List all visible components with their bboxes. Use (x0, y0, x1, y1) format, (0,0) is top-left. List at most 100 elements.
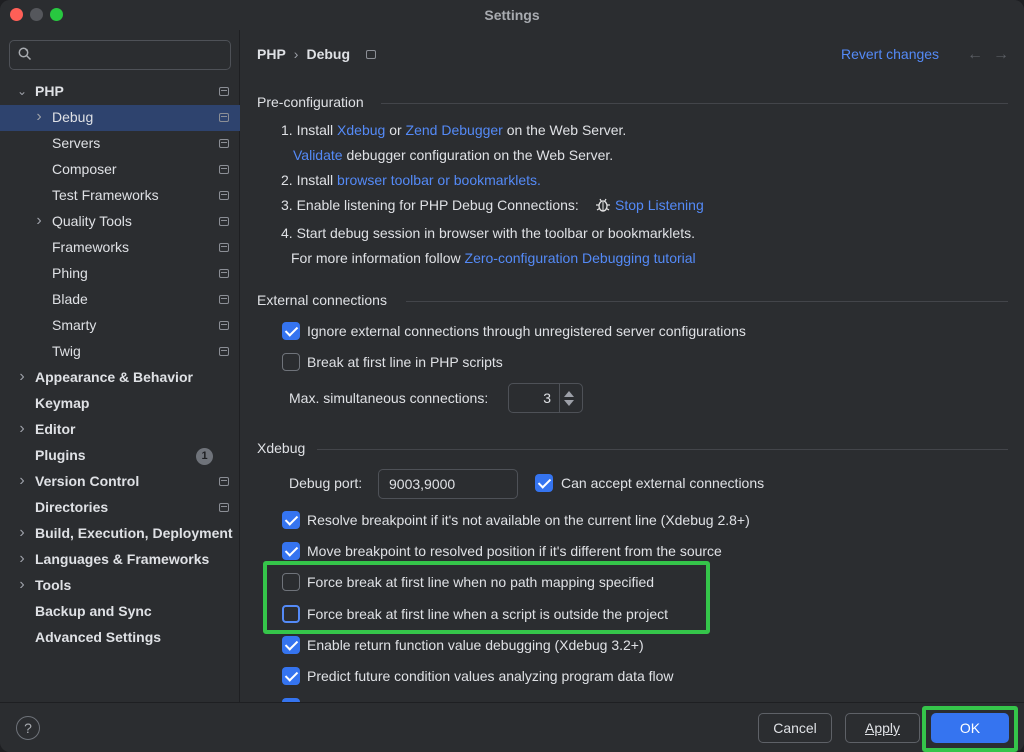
apply-button-label: Apply (864, 720, 901, 736)
forward-arrow-icon[interactable]: → (993, 46, 1009, 64)
sidebar-item-label: Phing (52, 265, 88, 281)
chevron-right-icon[interactable]: › (16, 525, 28, 541)
max-connections-stepper[interactable]: 3 (508, 383, 583, 413)
move-breakpoint-checkbox[interactable] (282, 542, 300, 560)
stepper-down-icon[interactable] (564, 400, 574, 406)
validate-link[interactable]: Validate (293, 147, 343, 163)
sidebar-item-blade[interactable]: Blade (0, 287, 240, 313)
resolve-breakpoint-checkbox[interactable] (282, 511, 300, 529)
chevron-right-icon[interactable]: › (33, 109, 45, 125)
sidebar-item-keymap[interactable]: Keymap (0, 391, 240, 417)
accept-external-connections-label: Can accept external connections (561, 475, 765, 491)
stepper-up-icon[interactable] (564, 391, 574, 397)
project-level-icon (219, 217, 229, 226)
sidebar-item-label: Backup and Sync (35, 603, 152, 619)
sidebar-item-advanced-settings[interactable]: Advanced Settings (0, 625, 240, 651)
predict-condition-values-checkbox[interactable] (282, 667, 300, 685)
project-level-icon (219, 191, 229, 200)
sidebar-item-debug[interactable]: › Debug (0, 105, 240, 131)
ok-button[interactable]: OK (931, 713, 1009, 743)
sidebar-item-label: Debug (52, 109, 94, 125)
section-divider (406, 301, 1008, 302)
debug-port-input[interactable]: 9003,9000 (378, 469, 518, 499)
sidebar-item-servers[interactable]: Servers (0, 131, 240, 157)
sidebar-item-build-execution-deployment[interactable]: › Build, Execution, Deployment (0, 521, 240, 547)
sidebar-item-appearance-behavior[interactable]: › Appearance & Behavior (0, 365, 240, 391)
sidebar-item-plugins[interactable]: Plugins 1 (0, 443, 240, 469)
break-first-line-checkbox[interactable] (282, 353, 300, 371)
apply-button[interactable]: Apply (845, 713, 920, 743)
highlight-box (263, 561, 710, 634)
chevron-right-icon[interactable]: › (33, 213, 45, 229)
break-first-line-label: Break at first line in PHP scripts (307, 354, 503, 370)
chevron-right-icon[interactable]: › (16, 369, 28, 385)
cancel-button[interactable]: Cancel (758, 713, 832, 743)
tutorial-link[interactable]: Zero-configuration Debugging tutorial (465, 250, 696, 266)
xdebug-link[interactable]: Xdebug (337, 122, 385, 138)
sidebar-item-languages-frameworks[interactable]: › Languages & Frameworks (0, 547, 240, 573)
sidebar-item-directories[interactable]: Directories (0, 495, 240, 521)
preconfig-step-4: 4. Start debug session in browser with t… (281, 225, 695, 241)
project-level-icon (219, 269, 229, 278)
settings-window: Settings ⌄ PHP › Debug Servers Composer Test F… (0, 0, 1024, 752)
accept-external-connections-checkbox[interactable] (535, 474, 553, 492)
sidebar-item-phing[interactable]: Phing (0, 261, 240, 287)
sidebar-item-editor[interactable]: › Editor (0, 417, 240, 443)
sidebar-item-label: Test Frameworks (52, 187, 159, 203)
preconfig-more-info: For more information follow Zero-configu… (291, 250, 696, 266)
sidebar-item-label: Languages & Frameworks (35, 551, 210, 567)
sidebar-item-backup-and-sync[interactable]: Backup and Sync (0, 599, 240, 625)
sidebar-item-quality-tools[interactable]: › Quality Tools (0, 209, 240, 235)
xdebug-section-title: Xdebug (257, 440, 306, 456)
ignore-external-connections-checkbox[interactable] (282, 322, 300, 340)
return-value-debugging-checkbox[interactable] (282, 636, 300, 654)
ignore-external-connections-label: Ignore external connections through unre… (307, 323, 746, 339)
chevron-right-icon[interactable]: › (16, 473, 28, 489)
project-level-icon (219, 477, 229, 486)
sidebar-item-label: Quality Tools (52, 213, 132, 229)
sidebar-item-label: Tools (35, 577, 72, 593)
sidebar-item-label: Composer (52, 161, 117, 177)
title-bar: Settings (0, 0, 1024, 30)
project-level-icon (219, 113, 229, 122)
sidebar-item-version-control[interactable]: › Version Control (0, 469, 240, 495)
stop-listening-link[interactable]: Stop Listening (615, 197, 704, 213)
browser-toolbar-link[interactable]: browser toolbar or bookmarklets. (337, 172, 541, 188)
sidebar-item-frameworks[interactable]: Frameworks (0, 235, 240, 261)
project-level-icon (219, 87, 229, 96)
bug-icon (596, 198, 610, 212)
sidebar-item-tools[interactable]: › Tools (0, 573, 240, 599)
zend-debugger-link[interactable]: Zend Debugger (406, 122, 503, 138)
chevron-right-icon[interactable]: › (16, 551, 28, 567)
sidebar-item-smarty[interactable]: Smarty (0, 313, 240, 339)
dialog-footer: ? Cancel Apply OK (0, 702, 1024, 752)
sidebar-item-php[interactable]: ⌄ PHP (0, 79, 240, 105)
sidebar-item-label: Editor (35, 421, 76, 437)
max-connections-value: 3 (543, 390, 551, 406)
sidebar-item-label: Smarty (52, 317, 97, 333)
sidebar-item-label: Directories (35, 499, 109, 515)
sidebar-item-label: Keymap (35, 395, 90, 411)
chevron-right-icon[interactable]: › (16, 421, 28, 437)
help-icon[interactable]: ? (16, 716, 40, 740)
project-level-icon (366, 50, 376, 59)
sidebar-item-label: Twig (52, 343, 81, 359)
sidebar-item-twig[interactable]: Twig (0, 339, 240, 365)
sidebar-item-test-frameworks[interactable]: Test Frameworks (0, 183, 240, 209)
back-arrow-icon[interactable]: ← (967, 46, 983, 64)
breadcrumb-php[interactable]: PHP (257, 46, 286, 62)
sidebar-item-label: Build, Execution, Deployment (35, 525, 233, 541)
return-value-debugging-label: Enable return function value debugging (… (307, 637, 644, 653)
breadcrumb: PHP › Debug (257, 46, 350, 62)
sidebar-item-label: Blade (52, 291, 88, 307)
search-input[interactable] (9, 40, 231, 70)
chevron-down-icon[interactable]: ⌄ (16, 84, 28, 98)
revert-changes-link[interactable]: Revert changes (841, 46, 939, 62)
resolve-breakpoint-label: Resolve breakpoint if it's not available… (307, 512, 750, 528)
window-title: Settings (484, 7, 540, 23)
debug-settings-panel: PHP › Debug Revert changes ← → Pre-configu… (241, 30, 1024, 702)
preconfig-step-2: 2. Install browser toolbar or bookmarkle… (281, 172, 541, 188)
chevron-right-icon[interactable]: › (16, 577, 28, 593)
sidebar-item-composer[interactable]: Composer (0, 157, 240, 183)
max-connections-label: Max. simultaneous connections: (289, 390, 489, 406)
